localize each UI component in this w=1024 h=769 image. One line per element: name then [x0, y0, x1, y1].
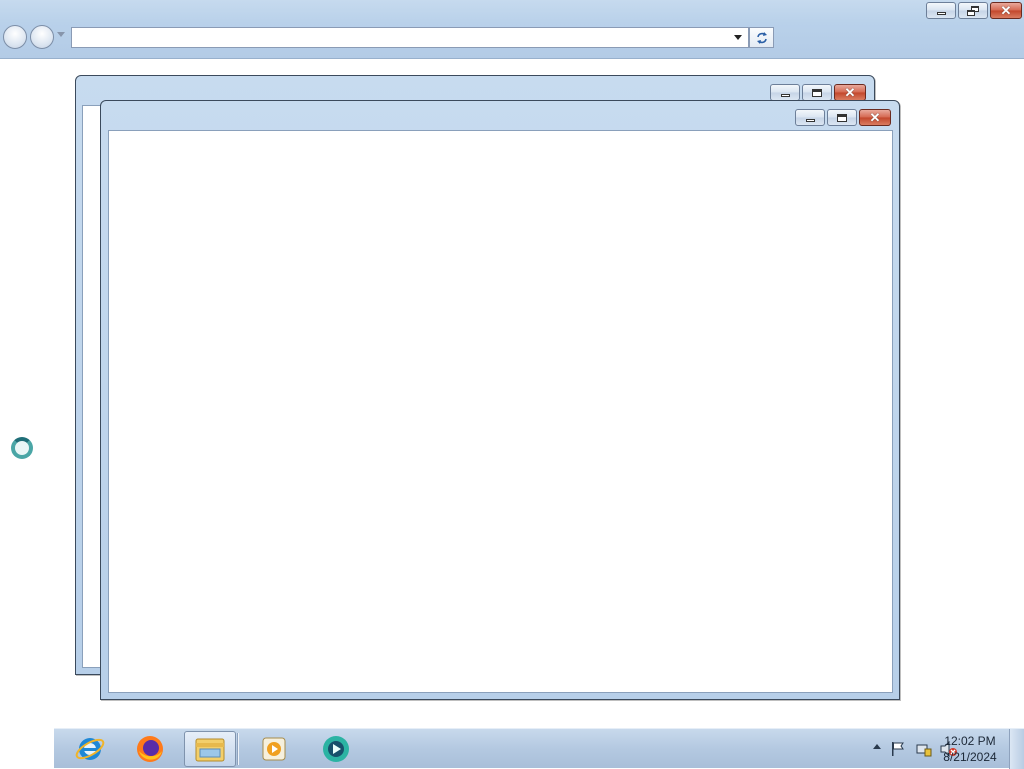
- browser-close-button[interactable]: ✕: [990, 2, 1022, 19]
- address-input[interactable]: [74, 29, 728, 46]
- clock-time: 12:02 PM: [944, 734, 996, 748]
- taskbar: 12:02 PM 8/21/2024: [54, 728, 1024, 769]
- window-caption-buttons: ✕: [795, 109, 891, 126]
- minimize-icon: [936, 12, 946, 15]
- action-center-flag-icon[interactable]: [890, 741, 906, 760]
- taskbar-app[interactable]: [310, 731, 362, 767]
- clock-date: 8/21/2024: [943, 750, 997, 764]
- recent-pages-dropdown-icon[interactable]: [57, 32, 65, 37]
- browser-caption-buttons: ✕: [926, 2, 1022, 19]
- minimize-button[interactable]: [770, 84, 800, 101]
- network-icon[interactable]: [916, 741, 932, 760]
- close-button[interactable]: ✕: [859, 109, 891, 126]
- minimize-button[interactable]: [795, 109, 825, 126]
- close-icon: ✕: [1000, 3, 1012, 18]
- show-hidden-icons-chevron[interactable]: [872, 741, 882, 756]
- taskbar-file-explorer[interactable]: [184, 731, 236, 767]
- taskbar-media-player[interactable]: [248, 731, 300, 767]
- file-explorer-icon: [195, 738, 225, 762]
- back-button[interactable]: [3, 25, 27, 49]
- taskbar-firefox[interactable]: [124, 731, 176, 767]
- window-client-area: [108, 130, 893, 693]
- maximize-button[interactable]: [827, 109, 857, 126]
- refresh-button[interactable]: [749, 27, 774, 48]
- close-icon: ✕: [869, 110, 881, 125]
- show-desktop-button[interactable]: [1009, 729, 1024, 769]
- loading-spinner-icon: [11, 437, 33, 459]
- maximize-button[interactable]: [802, 84, 832, 101]
- minimize-icon: [780, 94, 790, 97]
- taskbar-separator: [237, 733, 239, 765]
- address-bar[interactable]: [71, 27, 749, 48]
- maximize-icon: [812, 88, 822, 97]
- taskbar-clock[interactable]: 12:02 PM 8/21/2024: [940, 733, 1000, 765]
- minimize-icon: [805, 119, 815, 122]
- child-window-front[interactable]: ✕: [100, 100, 900, 700]
- chevron-down-icon[interactable]: [734, 35, 742, 40]
- refresh-icon: [756, 31, 767, 44]
- browser-minimize-button[interactable]: [926, 2, 956, 19]
- taskbar-internet-explorer[interactable]: [64, 731, 116, 767]
- restore-icon: [967, 5, 979, 16]
- browser-restore-button[interactable]: [958, 2, 988, 19]
- media-player-icon: [262, 737, 286, 761]
- firefox-icon: [137, 736, 163, 762]
- window-caption-buttons: ✕: [770, 84, 866, 101]
- internet-explorer-icon: [75, 738, 105, 760]
- app-icon: [323, 736, 349, 762]
- close-icon: ✕: [844, 85, 856, 100]
- forward-button[interactable]: [30, 25, 54, 49]
- browser-window-frame: ✕: [0, 0, 1024, 59]
- maximize-icon: [837, 113, 847, 122]
- close-button[interactable]: ✕: [834, 84, 866, 101]
